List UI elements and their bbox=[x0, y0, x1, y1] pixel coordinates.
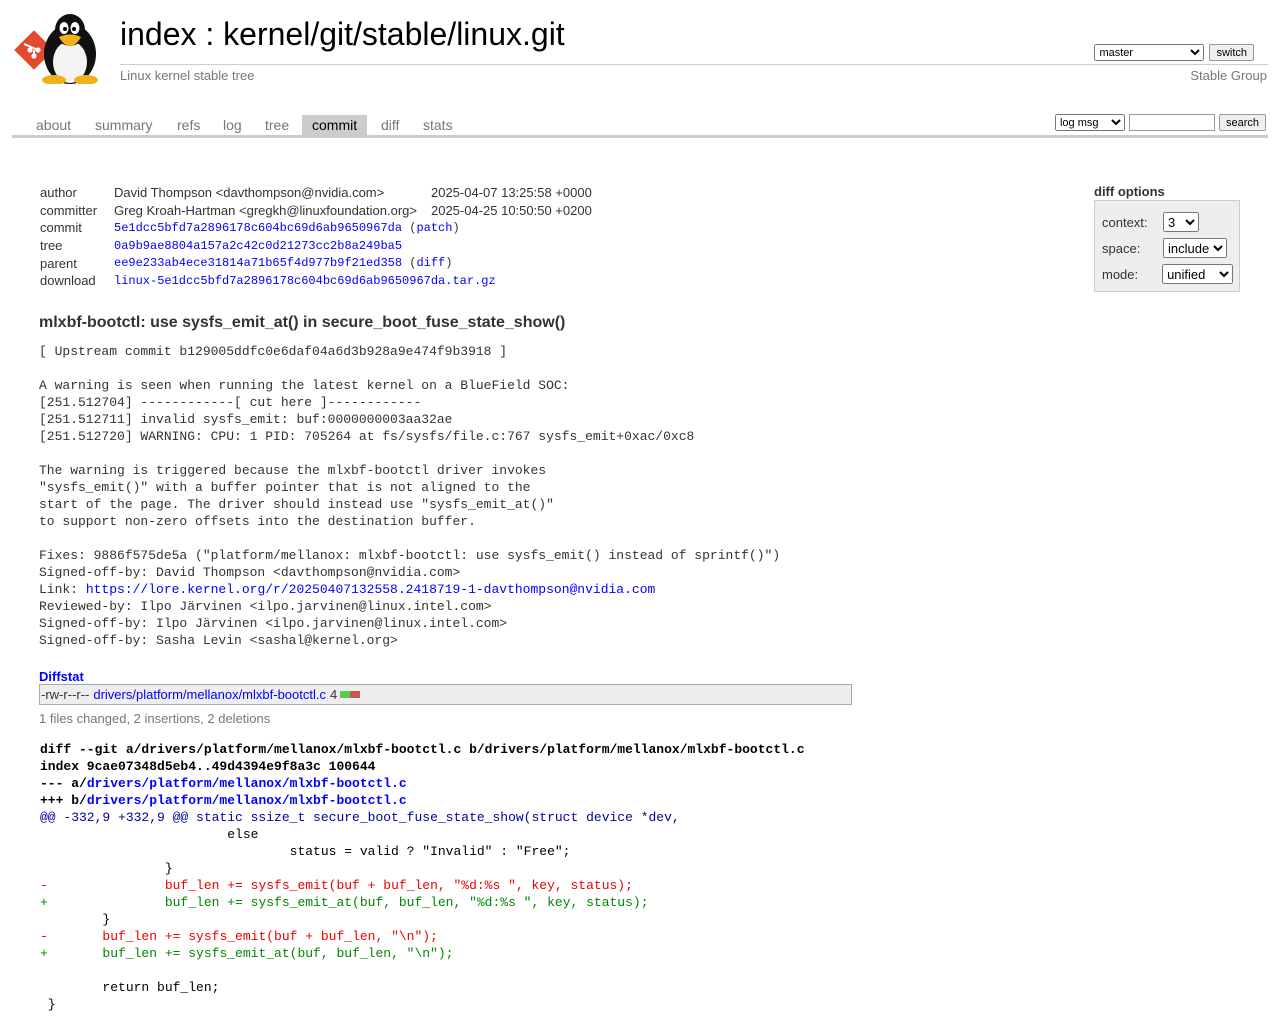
tab-commit[interactable]: commit bbox=[302, 115, 368, 135]
commit-subject: mlxbf-bootctl: use sysfs_emit_at() in se… bbox=[39, 314, 566, 331]
search-type-select[interactable]: log msg bbox=[1054, 114, 1125, 131]
repo-description: Linux kernel stable tree bbox=[120, 68, 255, 83]
patch-link[interactable]: patch bbox=[416, 221, 452, 235]
context-line: status = valid ? "Invalid" : "Free"; bbox=[40, 844, 571, 859]
tab-log[interactable]: log bbox=[213, 115, 252, 135]
diff-index-line: index 9cae07348d5eb4..49d4394e9f8a3c 100… bbox=[40, 759, 376, 774]
diffstat-summary: 1 files changed, 2 insertions, 2 deletio… bbox=[39, 711, 271, 726]
added-line: + buf_len += sysfs_emit_at(buf, buf_len,… bbox=[40, 946, 454, 961]
diff-view: diff --git a/drivers/platform/mellanox/m… bbox=[40, 741, 1260, 1013]
tab-summary[interactable]: summary bbox=[85, 115, 163, 135]
search-form: log msg search bbox=[1054, 114, 1266, 131]
repo-owner: Stable Group bbox=[1190, 68, 1267, 83]
space-label: space: bbox=[1102, 240, 1141, 256]
committer-date: 2025-04-25 10:50:50 +0200 bbox=[430, 202, 592, 218]
tab-refs[interactable]: refs bbox=[167, 115, 210, 135]
file-mode: -rw-r--r-- bbox=[41, 687, 90, 702]
context-line: } bbox=[40, 912, 111, 927]
context-select[interactable]: 3 bbox=[1163, 212, 1199, 232]
commit-hash-link[interactable]: 5e1dcc5bfd7a2896178c604bc69d6ab9650967da bbox=[114, 221, 402, 235]
deletions-bar bbox=[350, 691, 361, 698]
author-date: 2025-04-07 13:25:58 +0000 bbox=[430, 185, 592, 201]
branch-switch-form: master switch bbox=[1094, 44, 1254, 61]
context-line bbox=[40, 962, 1260, 979]
commit-value: 5e1dcc5bfd7a2896178c604bc69d6ab9650967da… bbox=[114, 220, 460, 235]
diff-options-panel: diff options context: 3 space: include m… bbox=[1094, 184, 1240, 292]
repo-link[interactable]: kernel/git/stable/linux.git bbox=[223, 16, 565, 52]
diffstat-count: 4 bbox=[330, 687, 338, 702]
diffstat-table: -rw-r--r-- drivers/platform/mellanox/mlx… bbox=[39, 684, 852, 705]
diff-hunk: @@ -332,9 +332,9 @@ static ssize_t secur… bbox=[40, 809, 1260, 1013]
mode-select[interactable]: unified bbox=[1162, 264, 1233, 284]
diffstat-heading[interactable]: Diffstat bbox=[39, 669, 84, 684]
diff-options-title: diff options bbox=[1094, 184, 1165, 199]
committer-value: Greg Kroah-Hartman <gregkh@linuxfoundati… bbox=[114, 202, 417, 218]
context-label: context: bbox=[1102, 214, 1148, 230]
tree-label: tree bbox=[40, 238, 63, 254]
tree-hash-link[interactable]: 0a9b9ae8804a157a2c42c0d21273cc2b8a249ba5 bbox=[114, 239, 402, 253]
cgit-logo[interactable] bbox=[14, 10, 110, 85]
lore-link[interactable]: https://lore.kernel.org/r/20250407132558… bbox=[86, 582, 656, 597]
old-file-link[interactable]: drivers/platform/mellanox/mlxbf-bootctl.… bbox=[87, 776, 407, 791]
tree-value: 0a9b9ae8804a157a2c42c0d21273cc2b8a249ba5 bbox=[114, 237, 592, 255]
branch-select[interactable]: master bbox=[1094, 44, 1205, 61]
added-line: + buf_len += sysfs_emit_at(buf, buf_len,… bbox=[40, 895, 649, 910]
index-link[interactable]: index bbox=[120, 16, 197, 52]
diffstat-file-link[interactable]: drivers/platform/mellanox/mlxbf-bootctl.… bbox=[93, 687, 326, 702]
hunk-header: @@ -332,9 +332,9 @@ static ssize_t secur… bbox=[40, 810, 680, 825]
tab-tree[interactable]: tree bbox=[255, 115, 299, 135]
link-prefix: Link: bbox=[39, 582, 86, 597]
context-line: else bbox=[40, 827, 259, 842]
commit-info-table: author David Thompson <davthompson@nvidi… bbox=[40, 184, 592, 290]
parent-diff-link[interactable]: diff bbox=[416, 256, 445, 270]
author-label: author bbox=[40, 185, 77, 201]
commit-message: [ Upstream commit b129005ddfc0e6daf04a6d… bbox=[39, 343, 780, 649]
tab-about[interactable]: about bbox=[26, 115, 81, 135]
mode-label: mode: bbox=[1102, 266, 1139, 282]
diff-new-file-line: +++ b/drivers/platform/mellanox/mlxbf-bo… bbox=[40, 792, 1260, 809]
tab-diff[interactable]: diff bbox=[371, 115, 409, 135]
search-input[interactable] bbox=[1128, 114, 1215, 131]
page-title: index : kernel/git/stable/linux.git bbox=[120, 16, 565, 53]
switch-button[interactable]: switch bbox=[1209, 44, 1254, 61]
new-file-link[interactable]: drivers/platform/mellanox/mlxbf-bootctl.… bbox=[87, 793, 407, 808]
tux-penguin-icon bbox=[42, 14, 98, 85]
commit-label: commit bbox=[40, 220, 82, 236]
context-line: return buf_len; bbox=[40, 980, 220, 995]
insertions-bar bbox=[340, 691, 351, 698]
tab-stats[interactable]: stats bbox=[413, 115, 463, 135]
download-value: linux-5e1dcc5bfd7a2896178c604bc69d6ab965… bbox=[114, 272, 592, 290]
old-file-prefix: --- a/ bbox=[40, 776, 87, 791]
context-line: } bbox=[40, 997, 56, 1012]
committer-label: committer bbox=[40, 202, 98, 218]
new-file-prefix: +++ b/ bbox=[40, 793, 87, 808]
space-select[interactable]: include bbox=[1163, 238, 1227, 258]
download-tarball-link[interactable]: linux-5e1dcc5bfd7a2896178c604bc69d6ab965… bbox=[114, 274, 496, 288]
diff-old-file-line: --- a/drivers/platform/mellanox/mlxbf-bo… bbox=[40, 775, 1260, 792]
title-separator: : bbox=[196, 16, 224, 52]
author-value: David Thompson <davthompson@nvidia.com> bbox=[114, 185, 385, 201]
parent-hash-link[interactable]: ee9e233ab4ece31814a71b65f4d977b9f21ed358 bbox=[114, 256, 402, 270]
commit-message-body: [ Upstream commit b129005ddfc0e6daf04a6d… bbox=[39, 344, 781, 580]
commit-message-trailers: Reviewed-by: Ilpo Järvinen <ilpo.jarvine… bbox=[39, 599, 508, 648]
download-label: download bbox=[40, 273, 96, 289]
removed-line: - buf_len += sysfs_emit(buf + buf_len, "… bbox=[40, 878, 633, 893]
header-divider bbox=[120, 64, 1268, 65]
search-button[interactable]: search bbox=[1218, 114, 1266, 131]
parent-label: parent bbox=[40, 255, 77, 271]
diff-header-line: diff --git a/drivers/platform/mellanox/m… bbox=[40, 742, 805, 757]
removed-line: - buf_len += sysfs_emit(buf + buf_len, "… bbox=[40, 929, 438, 944]
diff-options-box: context: 3 space: include mode: unified bbox=[1094, 200, 1240, 292]
parent-value: ee9e233ab4ece31814a71b65f4d977b9f21ed358… bbox=[114, 256, 453, 271]
context-line: } bbox=[40, 861, 173, 876]
